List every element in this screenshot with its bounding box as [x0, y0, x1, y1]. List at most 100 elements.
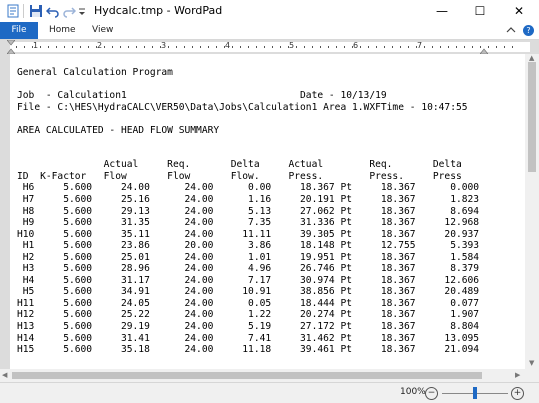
document-page[interactable]: General Calculation Program Job - Calcul… [10, 54, 525, 369]
undo-icon[interactable] [46, 4, 60, 18]
minimize-button[interactable]: — [423, 0, 461, 22]
ruler-tick [120, 46, 121, 48]
horizontal-scroll-thumb[interactable] [12, 372, 482, 379]
ruler: 1 2 3 4 5 6 7 [0, 40, 539, 54]
ruler-tick [224, 46, 225, 48]
horizontal-scrollbar[interactable]: ◀ ▶ [0, 369, 525, 382]
ribbon-tabs: File Home View ? [0, 22, 539, 40]
ruler-tick [16, 46, 17, 48]
ruler-tick [72, 46, 73, 48]
ruler-tick [480, 46, 481, 48]
scroll-left-icon[interactable]: ◀ [2, 371, 7, 379]
tab-view[interactable]: View [92, 22, 113, 39]
status-bar: 100% − + [0, 382, 539, 403]
scroll-down-icon[interactable]: ▼ [529, 359, 534, 367]
maximize-button[interactable]: ☐ [461, 0, 499, 22]
ruler-tick [200, 46, 201, 48]
ruler-tick [56, 46, 57, 48]
scroll-up-icon[interactable]: ▲ [529, 54, 534, 62]
ruler-tick [344, 46, 345, 48]
indent-marker-left-icon[interactable] [7, 40, 15, 54]
title-bar: Hydcalc.tmp - WordPad — ☐ ✕ [0, 0, 539, 22]
vertical-scroll-thumb[interactable] [528, 62, 536, 172]
ruler-tick [320, 46, 321, 48]
ruler-tick [456, 46, 457, 48]
ruler-number: 3 [161, 41, 167, 50]
ruler-number: 5 [289, 41, 295, 50]
title-separator [23, 4, 24, 18]
ruler-tick [152, 46, 153, 48]
zoom-in-button[interactable]: + [511, 387, 524, 400]
wordpad-app-icon[interactable] [6, 4, 20, 18]
ruler-tick [352, 46, 353, 48]
help-icon[interactable]: ? [523, 25, 534, 36]
ruler-strip: 1 2 3 4 5 6 7 [7, 40, 530, 54]
ruler-number: 7 [417, 41, 423, 50]
ruler-tick [104, 46, 105, 48]
ruler-tick [312, 46, 313, 48]
zoom-out-button[interactable]: − [425, 387, 438, 400]
ruler-tick [264, 46, 265, 48]
ruler-tick [280, 46, 281, 48]
ruler-tick [136, 46, 137, 48]
redo-icon[interactable] [62, 4, 76, 18]
ruler-tick [80, 46, 81, 48]
vertical-scrollbar[interactable]: ▲ ▼ [525, 54, 539, 369]
ruler-tick [232, 46, 233, 48]
ruler-tick [448, 46, 449, 48]
ruler-tick [432, 46, 433, 48]
zoom-slider-thumb[interactable] [473, 387, 477, 399]
ruler-tick [208, 46, 209, 48]
ruler-tick [416, 46, 417, 48]
scroll-right-icon[interactable]: ▶ [515, 371, 520, 379]
ruler-tick [360, 46, 361, 48]
ruler-tick [424, 46, 425, 48]
ruler-tick [296, 46, 297, 48]
ruler-tick [336, 46, 337, 48]
ruler-tick [488, 46, 489, 48]
ruler-tick [64, 46, 65, 48]
ruler-tick [440, 46, 441, 48]
ruler-tick [504, 46, 505, 48]
document-text[interactable]: General Calculation Program Job - Calcul… [17, 67, 479, 356]
ruler-tick [464, 46, 465, 48]
ruler-number: 1 [33, 41, 39, 50]
ruler-tick [376, 46, 377, 48]
ruler-tick [160, 46, 161, 48]
close-button[interactable]: ✕ [500, 0, 538, 22]
ruler-tick [368, 46, 369, 48]
tab-file[interactable]: File [0, 22, 38, 39]
zoom-level-label: 100% [400, 387, 426, 397]
ruler-tick [48, 46, 49, 48]
ruler-tick [144, 46, 145, 48]
ruler-tick [408, 46, 409, 48]
ruler-tick [40, 46, 41, 48]
ruler-tick [384, 46, 385, 48]
ruler-tick [328, 46, 329, 48]
ruler-tick [96, 46, 97, 48]
ruler-tick [24, 46, 25, 48]
ruler-tick [272, 46, 273, 48]
ruler-tick [472, 46, 473, 48]
ruler-tick [184, 46, 185, 48]
ruler-tick [88, 46, 89, 48]
ruler-tick [256, 46, 257, 48]
ruler-tick [216, 46, 217, 48]
tab-home[interactable]: Home [49, 22, 76, 39]
ruler-number: 6 [353, 41, 359, 50]
indent-marker-right-icon[interactable] [480, 40, 488, 54]
ruler-tick [248, 46, 249, 48]
ruler-tick [168, 46, 169, 48]
customize-toolbar-icon[interactable] [77, 4, 87, 18]
ruler-tick [176, 46, 177, 48]
ruler-tick [400, 46, 401, 48]
save-icon[interactable] [29, 4, 43, 18]
ruler-tick [512, 46, 513, 48]
ruler-tick [240, 46, 241, 48]
ruler-tick [112, 46, 113, 48]
collapse-ribbon-icon[interactable] [506, 24, 516, 36]
ruler-tick [304, 46, 305, 48]
ruler-tick [288, 46, 289, 48]
scrollbar-corner [525, 369, 539, 382]
ruler-tick [32, 46, 33, 48]
